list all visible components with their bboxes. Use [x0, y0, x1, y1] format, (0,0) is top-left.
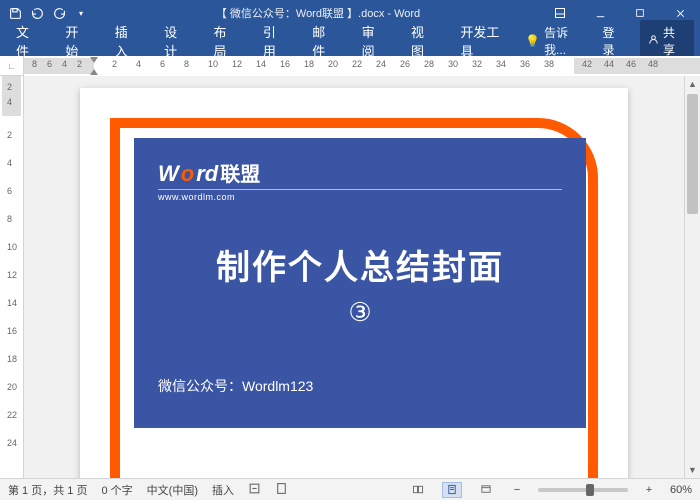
window-title: 【 微信公众号：Word联盟 】.docx - Word [96, 5, 540, 21]
share-icon [648, 34, 659, 48]
horizontal-ruler[interactable]: ∟ 86422468101214161820222426283032343638… [0, 56, 700, 76]
view-read-icon[interactable] [408, 482, 428, 498]
tab-view[interactable]: 视图 [401, 26, 446, 56]
tab-layout[interactable]: 布局 [204, 26, 249, 56]
ruler-corner: ∟ [0, 56, 24, 76]
tab-mailings[interactable]: 邮件 [302, 26, 347, 56]
document-canvas[interactable]: Word联盟 www.wordlm.com 制作个人总结封面 ③ 微信公众号：W… [24, 76, 684, 478]
undo-icon[interactable] [30, 6, 44, 20]
tab-references[interactable]: 引用 [253, 26, 298, 56]
logo-url: www.wordlm.com [158, 189, 562, 202]
status-language[interactable]: 中文(中国) [147, 482, 198, 498]
track-changes-icon[interactable] [248, 482, 261, 498]
qat-dropdown-icon[interactable]: ▾ [74, 6, 88, 20]
save-icon[interactable] [8, 6, 22, 20]
logo: Word联盟 www.wordlm.com [158, 158, 562, 202]
ribbon-tabs: 文件 开始 插入 设计 布局 引用 邮件 审阅 视图 开发工具 💡 告诉我...… [0, 26, 700, 56]
quick-access-toolbar: ▾ [0, 6, 96, 20]
ribbon-options-icon[interactable] [540, 0, 580, 26]
status-mode[interactable]: 插入 [212, 482, 234, 498]
titlebar: ▾ 【 微信公众号：Word联盟 】.docx - Word [0, 0, 700, 26]
view-print-icon[interactable] [442, 482, 462, 498]
page: Word联盟 www.wordlm.com 制作个人总结封面 ③ 微信公众号：W… [80, 88, 628, 478]
tab-home[interactable]: 开始 [55, 26, 100, 56]
status-page[interactable]: 第 1 页，共 1 页 [8, 482, 87, 498]
zoom-knob[interactable] [586, 484, 594, 496]
tab-insert[interactable]: 插入 [105, 26, 150, 56]
logo-o: o [181, 161, 194, 187]
tab-file[interactable]: 文件 [6, 26, 51, 56]
logo-w: W [158, 161, 179, 187]
scroll-thumb[interactable] [687, 94, 698, 214]
zoom-in-button[interactable]: + [642, 484, 656, 496]
subtitle: 微信公众号：Wordlm123 [158, 376, 562, 396]
tab-developer[interactable]: 开发工具 [450, 26, 521, 56]
logo-rd: rd [196, 161, 218, 187]
scroll-up-icon[interactable]: ▲ [685, 76, 700, 92]
status-words[interactable]: 0 个字 [101, 482, 132, 498]
zoom-slider[interactable] [538, 488, 628, 492]
lightbulb-icon: 💡 [525, 34, 540, 48]
vertical-ruler[interactable]: 2424681012141618202224 [0, 76, 24, 478]
blue-panel: Word联盟 www.wordlm.com 制作个人总结封面 ③ 微信公众号：W… [134, 138, 586, 428]
tab-review[interactable]: 审阅 [352, 26, 397, 56]
macro-icon[interactable] [275, 482, 288, 498]
share-label: 共享 [663, 24, 686, 58]
minimize-icon[interactable] [580, 0, 620, 26]
circled-number: ③ [158, 297, 562, 328]
redo-icon[interactable] [52, 6, 66, 20]
tell-me-label: 告诉我... [544, 24, 588, 58]
tab-design[interactable]: 设计 [154, 26, 199, 56]
workspace: 2424681012141618202224 Word联盟 www.wordlm… [0, 76, 700, 478]
logo-suffix: 联盟 [220, 158, 260, 187]
login-button[interactable]: 登录 [593, 24, 636, 58]
scroll-down-icon[interactable]: ▼ [685, 462, 700, 478]
vertical-scrollbar[interactable]: ▲ ▼ [684, 76, 700, 478]
zoom-out-button[interactable]: − [510, 484, 524, 496]
zoom-value[interactable]: 60% [670, 484, 692, 496]
view-web-icon[interactable] [476, 482, 496, 498]
statusbar: 第 1 页，共 1 页 0 个字 中文(中国) 插入 − + 60% [0, 478, 700, 500]
tell-me[interactable]: 💡 告诉我... [525, 24, 588, 58]
main-title: 制作个人总结封面 [158, 240, 562, 289]
